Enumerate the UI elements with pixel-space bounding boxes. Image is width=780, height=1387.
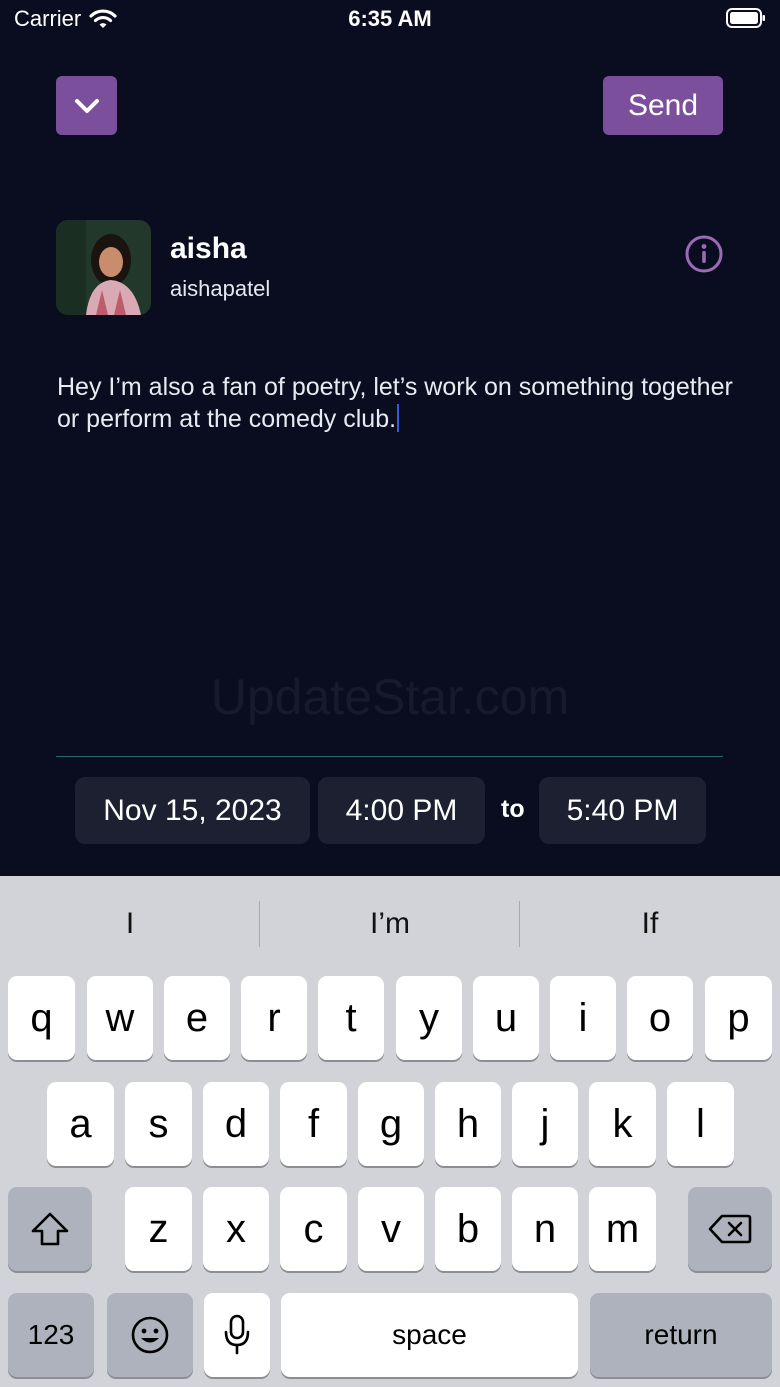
numbers-key[interactable]: 123 bbox=[8, 1293, 94, 1377]
watermark: UpdateStar.com bbox=[210, 669, 570, 725]
key-f[interactable]: f bbox=[280, 1082, 347, 1166]
key-n[interactable]: n bbox=[512, 1187, 578, 1271]
key-v[interactable]: v bbox=[358, 1187, 424, 1271]
message-text: Hey I’m also a fan of poetry, let’s work… bbox=[57, 373, 733, 433]
key-s[interactable]: s bbox=[125, 1082, 192, 1166]
suggestion-1[interactable]: I bbox=[0, 876, 260, 972]
shift-key[interactable] bbox=[8, 1187, 92, 1271]
key-a[interactable]: a bbox=[47, 1082, 114, 1166]
key-j[interactable]: j bbox=[512, 1082, 578, 1166]
key-h[interactable]: h bbox=[435, 1082, 501, 1166]
message-input[interactable]: Hey I’m also a fan of poetry, let’s work… bbox=[57, 371, 737, 435]
text-cursor bbox=[397, 404, 400, 432]
delete-key[interactable] bbox=[688, 1187, 772, 1271]
key-w[interactable]: w bbox=[87, 976, 153, 1060]
microphone-icon bbox=[224, 1314, 250, 1355]
profile-name: aisha bbox=[170, 232, 247, 265]
key-c[interactable]: c bbox=[280, 1187, 347, 1271]
space-key[interactable]: space bbox=[281, 1293, 578, 1377]
delete-icon bbox=[708, 1214, 752, 1244]
key-m[interactable]: m bbox=[589, 1187, 656, 1271]
suggestion-3[interactable]: If bbox=[520, 876, 780, 972]
key-i[interactable]: i bbox=[550, 976, 616, 1060]
end-time-picker[interactable]: 5:40 PM bbox=[539, 777, 706, 844]
profile-handle: aishapatel bbox=[170, 276, 271, 301]
send-button[interactable]: Send bbox=[603, 76, 723, 135]
start-time-picker[interactable]: 4:00 PM bbox=[318, 777, 485, 844]
return-key[interactable]: return bbox=[590, 1293, 772, 1377]
chevron-down-icon bbox=[74, 98, 99, 113]
battery-icon bbox=[726, 8, 765, 28]
info-icon[interactable] bbox=[684, 234, 724, 274]
key-l[interactable]: l bbox=[667, 1082, 734, 1166]
divider bbox=[56, 756, 723, 757]
date-picker[interactable]: Nov 15, 2023 bbox=[75, 777, 310, 844]
key-z[interactable]: z bbox=[125, 1187, 192, 1271]
key-r[interactable]: r bbox=[241, 976, 307, 1060]
shift-icon bbox=[31, 1212, 69, 1246]
microphone-key[interactable] bbox=[204, 1293, 270, 1377]
key-o[interactable]: o bbox=[627, 976, 693, 1060]
collapse-button[interactable] bbox=[56, 76, 117, 135]
to-label: to bbox=[501, 795, 525, 823]
status-bar: Carrier 6:35 AM bbox=[0, 0, 780, 40]
keyboard: I I’m If q w e r t y u i o p a s d f g h… bbox=[0, 876, 780, 1387]
key-u[interactable]: u bbox=[473, 976, 539, 1060]
key-k[interactable]: k bbox=[589, 1082, 656, 1166]
key-q[interactable]: q bbox=[8, 976, 75, 1060]
status-time: 6:35 AM bbox=[348, 6, 432, 31]
avatar[interactable] bbox=[56, 220, 151, 315]
key-b[interactable]: b bbox=[435, 1187, 501, 1271]
emoji-icon bbox=[131, 1316, 169, 1354]
key-e[interactable]: e bbox=[164, 976, 230, 1060]
key-g[interactable]: g bbox=[358, 1082, 424, 1166]
key-p[interactable]: p bbox=[705, 976, 772, 1060]
key-d[interactable]: d bbox=[203, 1082, 269, 1166]
key-x[interactable]: x bbox=[203, 1187, 269, 1271]
key-t[interactable]: t bbox=[318, 976, 384, 1060]
emoji-key[interactable] bbox=[107, 1293, 193, 1377]
suggestion-2[interactable]: I’m bbox=[260, 876, 520, 972]
key-y[interactable]: y bbox=[396, 976, 462, 1060]
